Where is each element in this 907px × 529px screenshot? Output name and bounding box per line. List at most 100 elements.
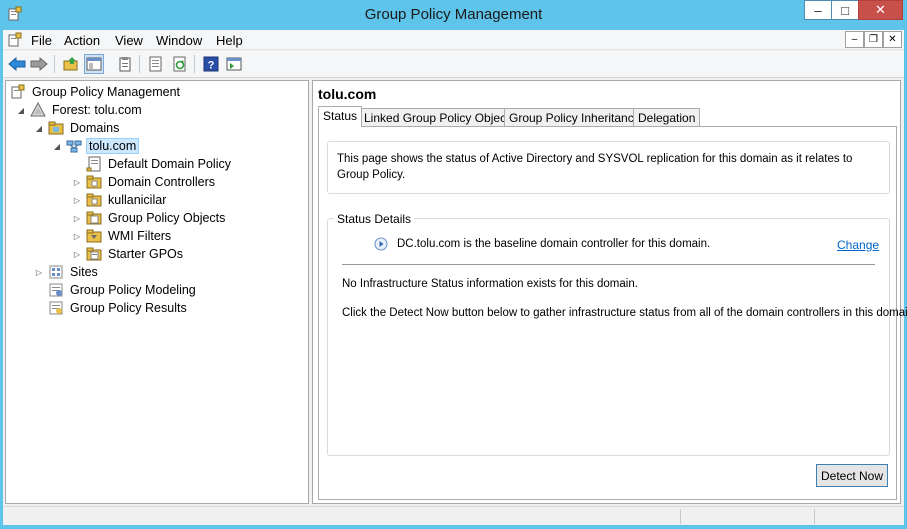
tree-item-label: Group Policy Modeling [70,283,196,297]
status-bar [3,506,904,525]
tab-linked-gpos[interactable]: Linked Group Policy Objects [359,108,521,126]
menu-window[interactable]: Window [152,32,206,49]
child-minimize-button[interactable]: – [845,31,864,48]
restore-icon: ❐ [869,34,878,45]
tree-item-default-domain-policy[interactable]: Default Domain Policy [86,155,233,173]
gpmc-root-icon [11,84,25,99]
tree-item-sites[interactable]: ▷ Sites [34,263,100,281]
main-window: File Action View Window Help – ❐ ✕ ? Gro… [3,30,907,525]
tree-item-label: Forest: tolu.com [52,103,142,117]
domains-folder-icon [48,121,64,135]
status-details-legend: Status Details [334,212,415,226]
menu-help[interactable]: Help [212,32,247,49]
refresh-button[interactable] [170,54,190,74]
tree-item-forest[interactable]: ◢ Forest: tolu.com [16,101,144,119]
tree-item-label: Group Policy Management [32,85,180,99]
tree-item-label: Domains [70,121,120,135]
status-tab-panel: This page shows the status of Active Dir… [318,126,907,500]
close-button[interactable]: ✕ [858,0,903,20]
show-action-pane-button[interactable] [224,54,244,74]
expand-arrow-icon[interactable]: ▷ [72,177,82,187]
baseline-dc-text: DC.tolu.com is the baseline domain contr… [397,238,711,250]
tree-item-domains[interactable]: ◢ Domains [34,119,121,137]
info-arrow-icon [374,237,388,251]
close-icon: ✕ [875,2,886,17]
wmi-filter-folder-icon [86,229,102,243]
menu-view[interactable]: View [111,32,147,49]
expand-arrow-icon[interactable]: ▷ [34,267,44,277]
forward-arrow-icon [30,56,48,72]
minimize-button[interactable]: – [804,0,832,20]
show-hide-tree-icon [86,57,102,71]
back-button[interactable] [7,54,27,74]
collapse-arrow-icon[interactable]: ◢ [34,123,44,133]
tree-item-label: tolu.com [86,138,140,154]
up-one-level-button[interactable] [61,54,81,74]
refresh-icon [173,56,186,72]
expand-arrow-icon[interactable]: ▷ [72,195,82,205]
tree-item-group-policy-objects[interactable]: ▷ Group Policy Objects [72,209,227,227]
tree-item-label: Group Policy Results [70,301,187,315]
properties-button[interactable] [115,54,135,74]
tree-item-kullanicilar[interactable]: ▷ kullanicilar [72,191,168,209]
tree-item-label: Domain Controllers [108,175,215,189]
maximize-icon: □ [841,2,849,18]
sites-icon [49,265,63,279]
toolbar-separator [139,55,140,73]
child-restore-button[interactable]: ❐ [864,31,883,48]
domain-icon [66,140,82,153]
window-title: Group Policy Management [364,6,543,23]
expand-arrow-icon[interactable]: ▷ [72,213,82,223]
detect-now-button[interactable]: Detect Now [816,464,888,487]
tree-item-label: Default Domain Policy [108,157,231,171]
status-intro-box: This page shows the status of Active Dir… [327,141,890,194]
detect-instruction-text: Click the Detect Now button below to gat… [342,307,907,319]
menu-file[interactable]: File [27,32,56,49]
tree-item-group-policy-modeling[interactable]: Group Policy Modeling [48,281,198,299]
page-title: tolu.com [318,86,377,102]
menu-action[interactable]: Action [60,32,104,49]
tree-item-domain-tolu[interactable]: ◢ tolu.com [52,137,140,155]
export-list-button[interactable] [146,54,166,74]
tree-item-starter-gpos[interactable]: ▷ Starter GPOs [72,245,185,263]
change-baseline-link[interactable]: Change [837,238,879,252]
tree-item-wmi-filters[interactable]: ▷ WMI Filters [72,227,173,245]
collapse-arrow-icon[interactable]: ◢ [16,105,26,115]
collapse-arrow-icon[interactable]: ◢ [52,141,62,151]
svg-text:?: ? [208,60,215,72]
forward-button[interactable] [29,54,49,74]
toolbar: ? [3,51,904,78]
tree-item-label: kullanicilar [108,193,167,207]
starter-gpo-folder-icon [86,247,102,261]
status-bar-divider [814,509,815,524]
tab-status[interactable]: Status [318,106,363,127]
help-button[interactable]: ? [201,54,221,74]
tree-item-gpmc-root[interactable]: Group Policy Management [10,83,182,101]
status-intro-text: This page shows the status of Active Dir… [337,153,853,181]
console-tree: Group Policy Management ◢ Forest: tolu.c… [5,80,309,504]
status-details-group: Status Details DC.tolu.com is the baseli… [327,212,907,456]
show-action-pane-icon [226,57,242,71]
tree-item-domain-controllers[interactable]: ▷ Domain Controllers [72,173,217,191]
expand-arrow-icon[interactable]: ▷ [72,231,82,241]
tree-item-label: Starter GPOs [108,247,184,261]
menu-bar: File Action View Window Help – ❐ ✕ [3,30,904,50]
show-hide-tree-button[interactable] [84,54,104,74]
expand-arrow-icon[interactable]: ▷ [72,249,82,259]
forest-icon [30,102,46,117]
close-icon: ✕ [888,34,897,45]
system-menu-icon[interactable] [7,32,23,48]
details-pane: tolu.com Status Linked Group Policy Obje… [312,80,907,504]
tab-gp-inheritance[interactable]: Group Policy Inheritance [504,108,646,126]
maximize-button[interactable]: □ [831,0,859,20]
tree-item-group-policy-results[interactable]: Group Policy Results [48,299,189,317]
child-close-button[interactable]: ✕ [883,31,902,48]
minimize-icon: – [814,2,822,18]
results-icon [49,301,63,315]
tab-delegation[interactable]: Delegation [633,108,701,126]
ou-folder-icon [86,193,102,207]
tree-item-label: Sites [70,265,98,279]
up-folder-icon [63,57,78,71]
divider [342,264,875,265]
no-infrastructure-status-text: No Infrastructure Status information exi… [342,278,638,290]
